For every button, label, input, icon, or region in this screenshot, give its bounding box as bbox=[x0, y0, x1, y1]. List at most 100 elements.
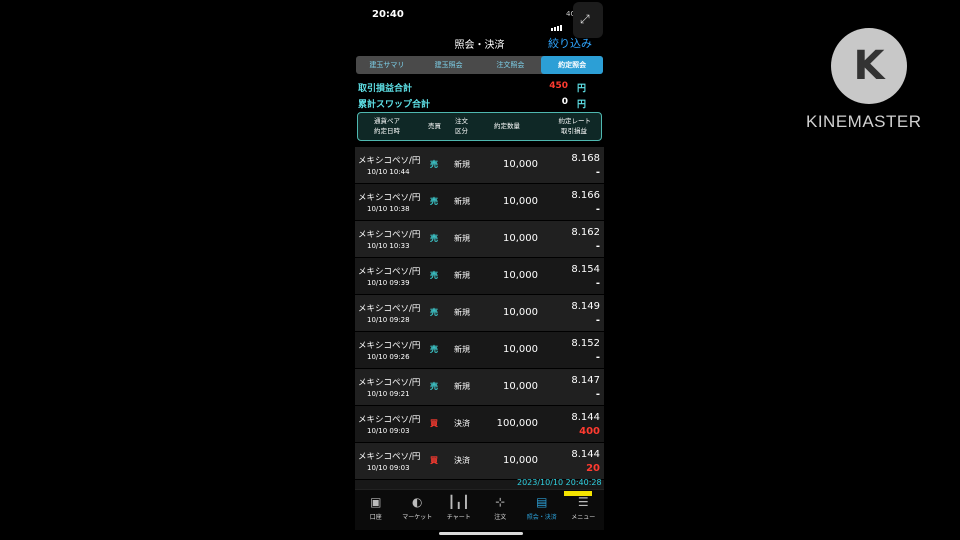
account-icon: ▣ bbox=[370, 495, 382, 509]
row-pair: メキシコペソ/円 bbox=[358, 341, 421, 351]
trade-pl-label: 取引損益合計 bbox=[358, 84, 413, 94]
row-side: 売 bbox=[430, 308, 438, 317]
col-rate: 約定レート bbox=[558, 117, 592, 125]
tab-order-inquiry[interactable]: 注文照会 bbox=[480, 56, 542, 74]
tab-execution-inquiry[interactable]: 約定照会 bbox=[541, 56, 603, 74]
row-kind: 新規 bbox=[454, 382, 470, 391]
row-rate: 8.147 bbox=[571, 375, 600, 386]
status-time: 20:40 bbox=[372, 9, 404, 20]
tab-position-inquiry[interactable]: 建玉照会 bbox=[418, 56, 480, 74]
row-pair: メキシコペソ/円 bbox=[358, 378, 421, 388]
swap-unit: 円 bbox=[576, 100, 586, 110]
tab-label: メニュー bbox=[571, 514, 596, 521]
swap-value: 0 bbox=[561, 97, 568, 107]
row-datetime: 10/10 09:39 bbox=[367, 279, 410, 287]
row-rate: 8.162 bbox=[571, 227, 600, 238]
row-side: 売 bbox=[430, 382, 438, 391]
table-row[interactable]: メキシコペソ/円 10/10 09:26 売 新規 10,000 8.152 - bbox=[355, 332, 604, 369]
signal-icon bbox=[551, 12, 563, 31]
tab-menu[interactable]: ☰ メニュー bbox=[563, 490, 605, 530]
row-rate: 8.152 bbox=[571, 338, 600, 349]
row-side: 売 bbox=[430, 197, 438, 206]
row-kind: 新規 bbox=[454, 234, 470, 243]
tab-inquiry[interactable]: ▤ 照会・決済 bbox=[521, 490, 563, 530]
menu-badge bbox=[564, 491, 592, 496]
table-row[interactable]: メキシコペソ/円 10/10 10:44 売 新規 10,000 8.168 - bbox=[355, 147, 604, 184]
menu-icon: ☰ bbox=[577, 495, 589, 509]
row-rate: 8.144 bbox=[571, 449, 600, 460]
row-pl: - bbox=[595, 278, 600, 289]
table-row[interactable]: メキシコペソ/円 10/10 09:03 買 決済 10,000 8.144 20 bbox=[355, 443, 604, 480]
row-qty: 10,000 bbox=[503, 196, 538, 207]
table-row[interactable]: メキシコペソ/円 10/10 10:38 売 新規 10,000 8.166 - bbox=[355, 184, 604, 221]
row-datetime: 10/10 09:03 bbox=[367, 464, 410, 472]
row-pl: - bbox=[595, 389, 600, 400]
table-row[interactable]: メキシコペソ/円 10/10 09:03 買 決済 100,000 8.144 400 bbox=[355, 406, 604, 443]
row-kind: 新規 bbox=[454, 308, 470, 317]
row-qty: 10,000 bbox=[503, 307, 538, 318]
row-side: 売 bbox=[430, 271, 438, 280]
row-qty: 10,000 bbox=[503, 233, 538, 244]
col-kind-1: 注文 bbox=[455, 117, 468, 125]
row-qty: 10,000 bbox=[503, 381, 538, 392]
timestamp-overlay: 2023/10/10 20:40:28 bbox=[517, 478, 602, 487]
row-qty: 10,000 bbox=[503, 159, 538, 170]
row-qty: 10,000 bbox=[503, 344, 538, 355]
row-datetime: 10/10 09:26 bbox=[367, 353, 410, 361]
col-pair: 通貨ペア bbox=[374, 117, 400, 125]
row-qty: 10,000 bbox=[503, 270, 538, 281]
row-datetime: 10/10 09:28 bbox=[367, 316, 410, 324]
row-datetime: 10/10 09:03 bbox=[367, 427, 410, 435]
col-side: 売買 bbox=[428, 122, 441, 130]
segment-control: 建玉サマリ 建玉照会 注文照会 約定照会 bbox=[356, 56, 603, 74]
phone-screen: 20:40 4G ⤢ 照会・決済 絞り込み 建玉サマリ 建玉照会 注文照会 約定… bbox=[355, 0, 604, 540]
row-rate: 8.168 bbox=[571, 153, 600, 164]
row-kind: 決済 bbox=[454, 456, 470, 465]
tab-label: チャート bbox=[446, 514, 471, 521]
row-pl: - bbox=[595, 167, 600, 178]
screen-record-icon[interactable]: ⤢ bbox=[573, 2, 603, 38]
watermark-brand: KINEMASTER bbox=[806, 112, 922, 131]
row-kind: 新規 bbox=[454, 345, 470, 354]
row-qty: 10,000 bbox=[503, 455, 538, 466]
row-pl: - bbox=[595, 315, 600, 326]
table-row[interactable]: メキシコペソ/円 10/10 09:21 売 新規 10,000 8.147 - bbox=[355, 369, 604, 406]
row-datetime: 10/10 10:33 bbox=[367, 242, 410, 250]
row-pair: メキシコペソ/円 bbox=[358, 230, 421, 240]
row-pl: - bbox=[595, 352, 600, 363]
table-row[interactable]: メキシコペソ/円 10/10 09:39 売 新規 10,000 8.154 - bbox=[355, 258, 604, 295]
col-qty: 約定数量 bbox=[494, 122, 520, 130]
row-qty: 100,000 bbox=[496, 418, 538, 429]
tab-order[interactable]: ⊹ 注文 bbox=[480, 490, 522, 530]
swap-summary: 累計スワップ合計 0 円 bbox=[355, 96, 604, 110]
row-pl: 20 bbox=[586, 463, 600, 474]
trade-pl-unit: 円 bbox=[576, 84, 586, 94]
row-side: 買 bbox=[430, 419, 438, 428]
market-icon: ◐ bbox=[412, 495, 423, 509]
row-pl: - bbox=[595, 204, 600, 215]
tab-chart[interactable]: ┃╻┃ チャート bbox=[438, 490, 480, 530]
row-rate: 8.154 bbox=[571, 264, 600, 275]
col-pl: 取引損益 bbox=[561, 127, 587, 135]
order-icon: ⊹ bbox=[495, 495, 506, 509]
row-rate: 8.144 bbox=[571, 412, 600, 423]
row-pair: メキシコペソ/円 bbox=[358, 267, 421, 277]
table-row[interactable]: メキシコペソ/円 10/10 09:28 売 新規 10,000 8.149 - bbox=[355, 295, 604, 332]
row-pl: 400 bbox=[579, 426, 600, 437]
row-rate: 8.166 bbox=[571, 190, 600, 201]
kinemaster-logo: K bbox=[831, 28, 907, 104]
swap-label: 累計スワップ合計 bbox=[358, 100, 431, 110]
tab-position-summary[interactable]: 建玉サマリ bbox=[356, 56, 418, 74]
home-indicator bbox=[439, 532, 523, 535]
filter-button[interactable]: 絞り込み bbox=[548, 35, 592, 51]
col-kind-2: 区分 bbox=[455, 127, 468, 135]
tab-market[interactable]: ◐ マーケット bbox=[397, 490, 439, 530]
row-kind: 新規 bbox=[454, 197, 470, 206]
trade-pl-value: 450 bbox=[549, 81, 568, 91]
row-pair: メキシコペソ/円 bbox=[358, 452, 421, 462]
table-row[interactable]: メキシコペソ/円 10/10 10:33 売 新規 10,000 8.162 - bbox=[355, 221, 604, 258]
tab-account[interactable]: ▣ 口座 bbox=[355, 490, 397, 530]
col-datetime: 約定日時 bbox=[374, 127, 400, 135]
row-datetime: 10/10 10:44 bbox=[367, 168, 410, 176]
row-side: 売 bbox=[430, 234, 438, 243]
